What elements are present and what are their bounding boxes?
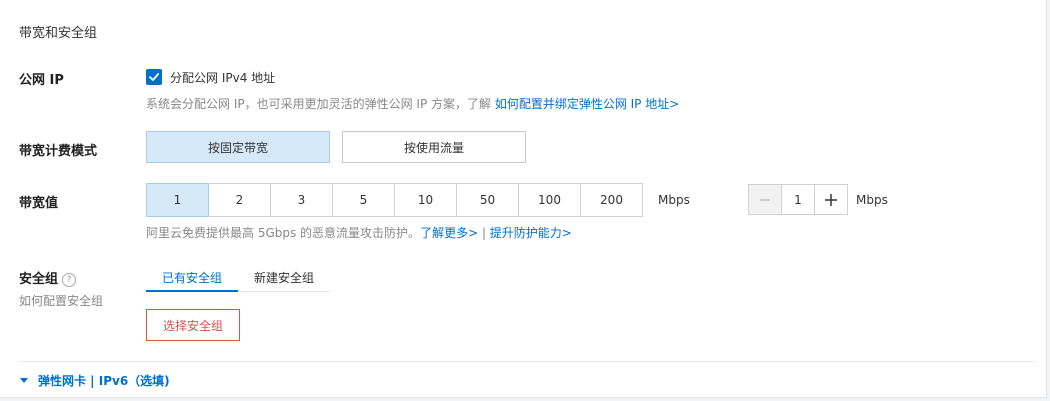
bandwidth-option-2[interactable]: 2 xyxy=(208,183,271,217)
billing-fixed-bandwidth-button[interactable]: 按固定带宽 xyxy=(146,131,330,163)
bandwidth-security-panel: 带宽和安全组 公网 IP 分配公网 IPv4 地址 系统会分配公网 IP，也可采… xyxy=(0,0,1047,398)
bandwidth-option-3[interactable]: 3 xyxy=(270,183,333,217)
tab-new-security-group[interactable]: 新建安全组 xyxy=(238,269,330,291)
billing-traffic-button[interactable]: 按使用流量 xyxy=(342,131,526,163)
question-icon[interactable]: ? xyxy=(62,272,77,287)
bandwidth-help-text: 阿里云免费提供最高 5Gbps 的恶意流量攻击防护。 xyxy=(146,226,421,240)
security-group-label-text: 安全组 xyxy=(19,272,59,287)
bandwidth-options: 1 2 3 5 10 50 100 200 xyxy=(146,183,643,217)
bandwidth-stepper: 1 xyxy=(748,184,848,215)
assign-ipv4-checkbox[interactable] xyxy=(146,69,162,85)
bandwidth-help: 阿里云免费提供最高 5Gbps 的恶意流量攻击防护。了解更多> | 提升防护能力… xyxy=(146,224,572,241)
learn-more-link[interactable]: 了解更多> xyxy=(420,226,478,240)
footer-divider xyxy=(19,361,1035,362)
bandwidth-option-100[interactable]: 100 xyxy=(518,183,581,217)
tab-existing-security-group[interactable]: 已有安全组 xyxy=(146,269,238,291)
public-ip-help: 系统会分配公网 IP，也可采用更加灵活的弹性公网 IP 方案，了解 如何配置并绑… xyxy=(146,95,679,112)
help-separator: | xyxy=(478,226,490,240)
caret-down-icon xyxy=(20,378,28,383)
bandwidth-label: 带宽值 xyxy=(19,196,59,211)
stepper-unit: Mbps xyxy=(856,193,888,207)
eni-ipv6-toggle[interactable]: 弹性网卡 | IPv6（选填) xyxy=(20,372,170,389)
bandwidth-unit: Mbps xyxy=(658,193,690,207)
decrement-button[interactable] xyxy=(749,185,782,214)
security-group-howto[interactable]: 如何配置安全组 xyxy=(19,292,103,309)
increment-button[interactable] xyxy=(814,185,847,214)
bandwidth-option-200[interactable]: 200 xyxy=(580,183,643,217)
minus-icon xyxy=(760,198,770,201)
billing-mode-label: 带宽计费模式 xyxy=(19,144,98,159)
bandwidth-option-5[interactable]: 5 xyxy=(332,183,395,217)
bandwidth-option-10[interactable]: 10 xyxy=(394,183,457,217)
public-ip-label: 公网 IP xyxy=(19,73,64,88)
plus-icon xyxy=(825,193,837,206)
improve-protection-link[interactable]: 提升防护能力> xyxy=(490,226,572,240)
eip-config-link[interactable]: 如何配置并绑定弹性公网 IP 地址> xyxy=(495,97,679,111)
bandwidth-option-1[interactable]: 1 xyxy=(146,183,209,217)
bandwidth-stepper-input[interactable]: 1 xyxy=(782,185,814,214)
bandwidth-option-50[interactable]: 50 xyxy=(456,183,519,217)
select-security-group-button[interactable]: 选择安全组 xyxy=(146,309,240,341)
eni-ipv6-label: 弹性网卡 | IPv6（选填) xyxy=(38,374,170,388)
public-ip-help-text: 系统会分配公网 IP，也可采用更加灵活的弹性公网 IP 方案，了解 xyxy=(146,97,495,111)
security-group-label: 安全组? xyxy=(19,268,77,287)
checkmark-icon xyxy=(149,73,160,81)
assign-ipv4-label[interactable]: 分配公网 IPv4 地址 xyxy=(170,69,275,86)
section-title: 带宽和安全组 xyxy=(19,26,98,41)
